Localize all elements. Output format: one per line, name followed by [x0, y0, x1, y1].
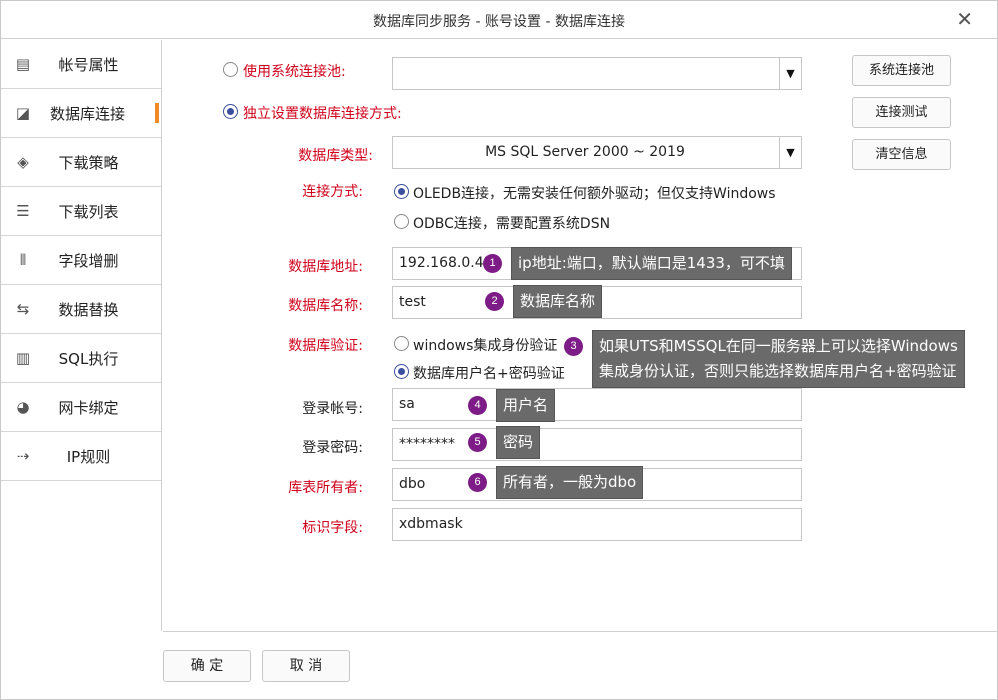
active-indicator — [155, 103, 159, 123]
auth-windows-option: windows集成身份验证 — [413, 338, 558, 354]
use-pool-radio[interactable] — [223, 62, 238, 77]
sidebar-item-data-replace[interactable]: ⇆ 数据替换 — [1, 285, 161, 334]
connection-form: 使用系统连接池: ▼ 系统连接池 独立设置数据库连接方式: 连接测试 数据库类型… — [163, 40, 998, 631]
sidebar-item-label: 数据替换 — [58, 300, 119, 319]
auth-user-option: 数据库用户名+密码验证 — [413, 366, 565, 382]
clear-info-button[interactable]: 清空信息 — [852, 139, 951, 170]
auth-label: 数据库验证: — [288, 338, 363, 354]
sidebar-item-ip-rules[interactable]: ⇢ IP规则 — [1, 432, 161, 481]
cancel-button[interactable]: 取 消 — [262, 650, 350, 682]
tip-auth-line2: 集成身份认证，否则只能选择数据库用户名+密码验证 — [599, 362, 957, 380]
sidebar-item-db-connection[interactable]: ◪ 数据库连接 — [1, 89, 161, 138]
odbc-radio[interactable] — [394, 214, 409, 229]
login-label: 登录帐号: — [302, 401, 363, 417]
sidebar-item-nic-binding[interactable]: ◕ 网卡绑定 — [1, 383, 161, 432]
password-field[interactable]: ******** — [392, 428, 802, 461]
conn-mode-label: 连接方式: — [302, 184, 363, 200]
password-label: 登录密码: — [302, 440, 363, 456]
sidebar-item-label: 网卡绑定 — [58, 398, 119, 417]
sidebar-item-label: 下载策略 — [58, 153, 119, 172]
db-type-select[interactable]: MS SQL Server 2000 ~ 2019 ▼ — [392, 136, 802, 169]
sidebar-item-download-policy[interactable]: ◈ 下载策略 — [1, 138, 161, 187]
odbc-option: ODBC连接，需要配置系统DSN — [413, 216, 611, 232]
sidebar-item-label: 字段增删 — [58, 251, 119, 270]
db-name-label: 数据库名称: — [288, 298, 363, 314]
settings-dialog: 数据库同步服务 - 账号设置 - 数据库连接 ✕ ▤ 帐号属性 ◪ 数据库连接 … — [0, 0, 998, 700]
independent-radio[interactable] — [223, 104, 238, 119]
tip-address: ip地址:端口，默认端口是1433，可不填 — [511, 247, 792, 280]
tip-login: 用户名 — [496, 389, 556, 422]
tip-auth-line1: 如果UTS和MSSQL在同一服务器上可以选择Windows — [599, 337, 958, 355]
dialog-footer: 确 定 取 消 — [163, 631, 998, 700]
sidebar: ▤ 帐号属性 ◪ 数据库连接 ◈ 下载策略 ☰ 下载列表 ⦀ 字段增删 ⇆ 数据… — [1, 40, 162, 631]
sidebar-item-label: 下载列表 — [58, 202, 119, 221]
sidebar-item-label: IP规则 — [66, 447, 111, 466]
tip-badge-4: 4 — [468, 396, 487, 415]
sidebar-item-download-list[interactable]: ☰ 下载列表 — [1, 187, 161, 236]
tip-auth: 如果UTS和MSSQL在同一服务器上可以选择Windows 集成身份认证，否则只… — [592, 330, 965, 388]
tip-badge-2: 2 — [485, 292, 504, 311]
pool-select[interactable]: ▼ — [392, 57, 802, 90]
sidebar-item-sql-exec[interactable]: ▥ SQL执行 — [1, 334, 161, 383]
ok-button[interactable]: 确 定 — [163, 650, 251, 682]
auth-user-radio[interactable] — [394, 364, 409, 379]
oledb-option: OLEDB连接，无需安装任何额外驱动；但仅支持Windows — [413, 186, 776, 202]
sidebar-item-label: SQL执行 — [58, 349, 119, 368]
login-field[interactable]: sa — [392, 388, 802, 421]
db-type-label: 数据库类型: — [298, 148, 373, 164]
window-title: 数据库同步服务 - 账号设置 - 数据库连接 — [373, 14, 625, 30]
db-type-value: MS SQL Server 2000 ~ 2019 — [485, 144, 685, 160]
tip-badge-6: 6 — [468, 473, 487, 492]
independent-label: 独立设置数据库连接方式: — [243, 106, 402, 122]
sidebar-item-label: 数据库连接 — [49, 104, 125, 123]
tip-badge-1: 1 — [483, 254, 502, 273]
chevron-down-icon: ▼ — [779, 137, 801, 168]
tip-badge-3: 3 — [564, 337, 583, 356]
tip-owner: 所有者，一般为dbo — [496, 466, 644, 499]
chevron-down-icon: ▼ — [779, 58, 801, 89]
sidebar-item-label: 帐号属性 — [58, 55, 119, 74]
use-pool-label: 使用系统连接池: — [243, 64, 346, 80]
auth-windows-radio[interactable] — [394, 336, 409, 351]
tip-db-name: 数据库名称 — [513, 285, 603, 318]
title-bar: 数据库同步服务 - 账号设置 - 数据库连接 ✕ — [1, 1, 997, 39]
close-icon[interactable]: ✕ — [956, 7, 973, 31]
id-field-label: 标识字段: — [302, 520, 363, 536]
owner-label: 库表所有者: — [288, 480, 363, 496]
id-field-field[interactable]: xdbmask — [392, 508, 802, 541]
tip-password: 密码 — [496, 426, 541, 459]
oledb-radio[interactable] — [394, 184, 409, 199]
address-label: 数据库地址: — [288, 259, 363, 275]
test-connection-button[interactable]: 连接测试 — [852, 97, 951, 128]
tip-badge-5: 5 — [468, 433, 487, 452]
system-pool-button[interactable]: 系统连接池 — [852, 55, 951, 86]
sidebar-item-field-edit[interactable]: ⦀ 字段增删 — [1, 236, 161, 285]
sidebar-item-account[interactable]: ▤ 帐号属性 — [1, 40, 161, 89]
